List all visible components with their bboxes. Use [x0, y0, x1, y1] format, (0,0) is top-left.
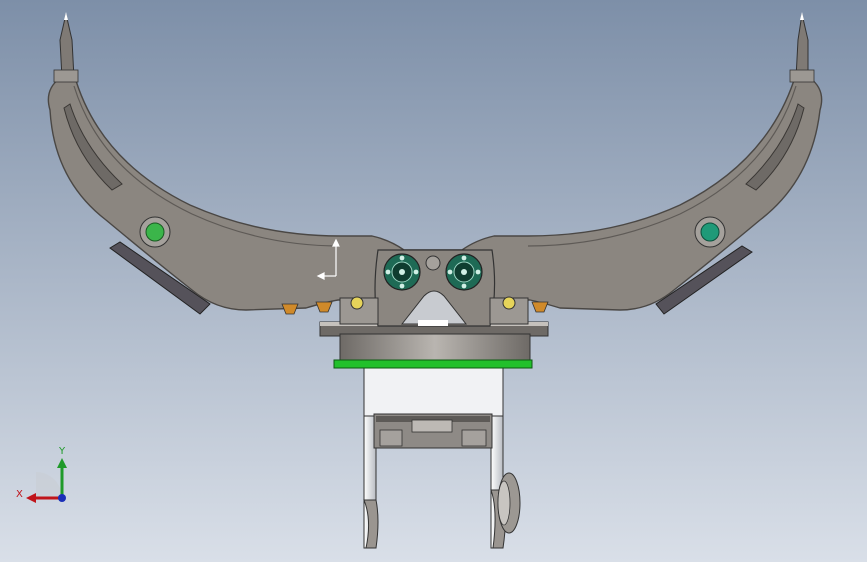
left-bolt — [350, 296, 364, 310]
green-ring — [333, 359, 533, 369]
cad-drawing: Y X — [0, 0, 867, 562]
cad-viewport[interactable]: Y X — [0, 0, 867, 562]
turntable — [319, 321, 549, 369]
left-motor — [383, 253, 421, 291]
right-marker — [694, 216, 726, 248]
left-marker — [139, 216, 171, 248]
right-bolt — [502, 296, 516, 310]
triad-z-axis — [58, 494, 66, 502]
triad-x-label: X — [16, 489, 23, 500]
upper-housing — [363, 365, 504, 417]
triad-y-label: Y — [58, 446, 66, 457]
right-motor — [445, 253, 483, 291]
